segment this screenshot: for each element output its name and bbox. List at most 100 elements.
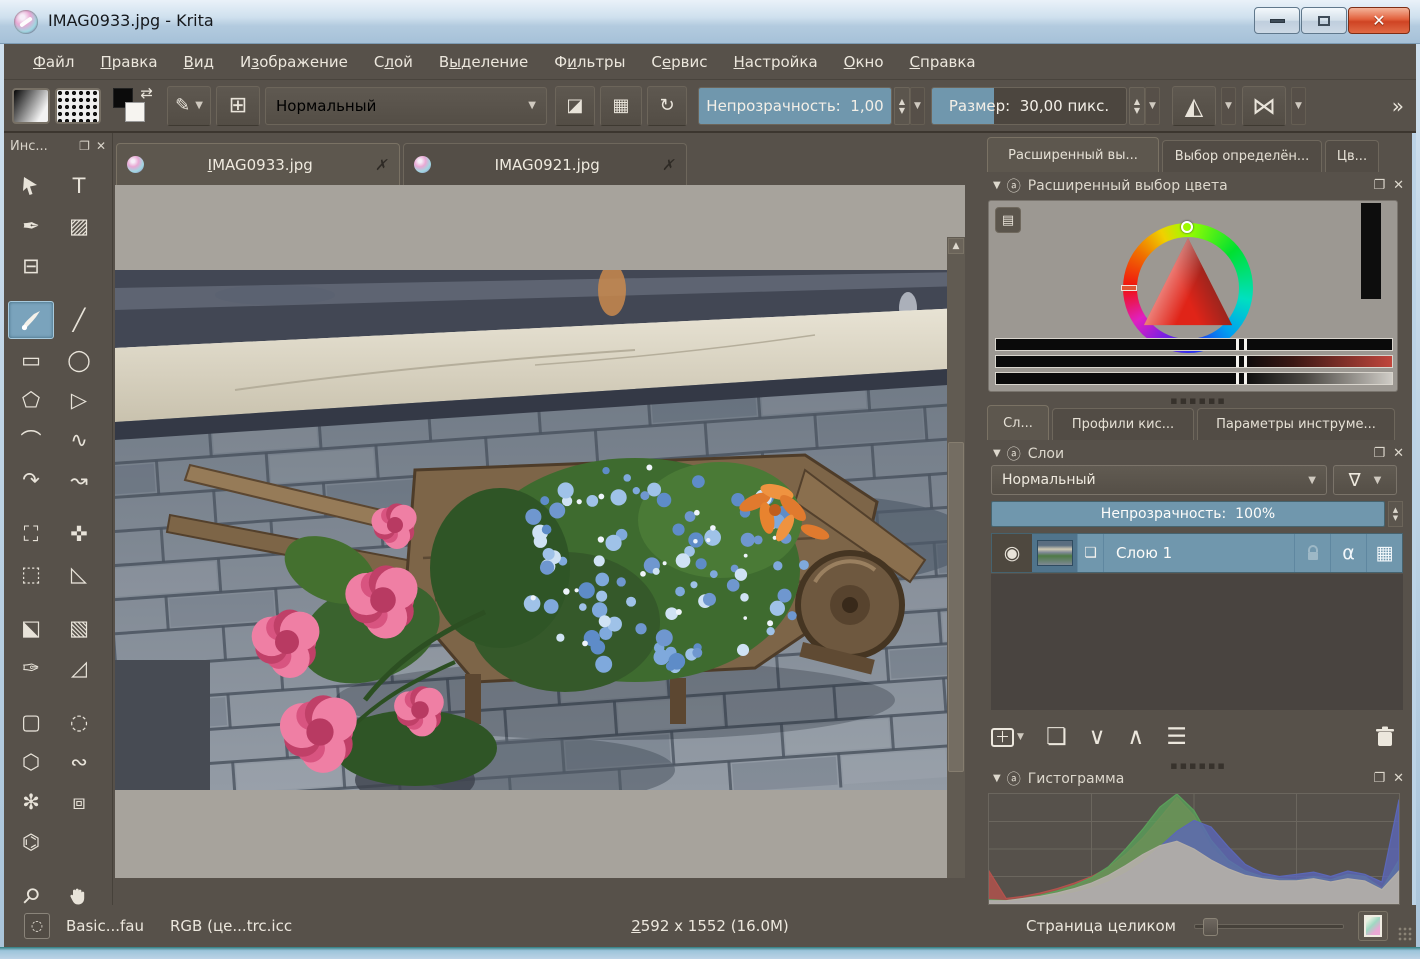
color-slider-2[interactable] xyxy=(995,355,1393,368)
move-layer-down-button[interactable]: ∨ xyxy=(1089,724,1106,750)
tool-select-shapes[interactable] xyxy=(8,167,54,205)
collapse-icon[interactable]: ▼ xyxy=(993,180,1001,191)
tool-rect-select[interactable]: ▢ xyxy=(8,703,54,741)
tool-edit-shapes[interactable]: ▨ xyxy=(56,207,102,245)
collapse-icon[interactable]: ▼ xyxy=(993,773,1001,784)
tool-similar-select[interactable]: ✻ xyxy=(8,783,54,821)
pattern-chooser-button[interactable] xyxy=(55,88,101,124)
menu-file[interactable]: Файл xyxy=(20,47,87,77)
tool-gradient-edit[interactable]: ⊟ xyxy=(8,247,54,285)
tool-polygon[interactable]: ⬠ xyxy=(8,381,54,419)
minimize-button[interactable] xyxy=(1254,7,1300,34)
fg-bg-colors[interactable]: ⇄ xyxy=(111,86,155,126)
opacity-spinner[interactable]: ▲▼ xyxy=(894,87,910,125)
preserve-alpha-button[interactable]: ▦ xyxy=(600,86,642,126)
close-docker-icon[interactable]: ✕ xyxy=(1393,446,1404,461)
tab-specific-color-selector[interactable]: Выбор определён... xyxy=(1162,140,1322,172)
fit-page-button[interactable] xyxy=(1358,911,1388,941)
tab-close-icon[interactable]: ✗ xyxy=(662,156,678,174)
mirror-horizontal-dropdown[interactable]: ▼ xyxy=(1291,87,1306,125)
layer-alpha-lock-toggle[interactable]: α xyxy=(1330,534,1366,572)
size-slider[interactable]: Размер: 30,00 пикс. xyxy=(931,87,1127,125)
tab-color[interactable]: Цв... xyxy=(1325,140,1379,172)
tab-layers[interactable]: Сл... xyxy=(987,405,1049,440)
tool-freehand-brush[interactable] xyxy=(8,301,54,339)
tool-ellipse[interactable]: ◯ xyxy=(56,341,102,379)
selector-settings-button[interactable]: ▤ xyxy=(995,207,1021,233)
menu-layer[interactable]: Слой xyxy=(361,47,426,77)
close-docker-icon[interactable]: ✕ xyxy=(96,139,106,153)
opacity-slider[interactable]: Непрозрачность: 1,00 xyxy=(698,87,892,125)
layer-thumbnail[interactable] xyxy=(1032,534,1078,572)
zoom-slider-thumb[interactable] xyxy=(1203,918,1218,936)
tool-bezier-select[interactable]: ⌬ xyxy=(8,823,54,861)
float-docker-icon[interactable]: ❐ xyxy=(1373,446,1385,461)
tool-fill[interactable]: ⬕ xyxy=(8,609,54,647)
menu-window[interactable]: Окно xyxy=(831,47,897,77)
color-slider-1[interactable] xyxy=(995,338,1393,351)
vertical-scroll-thumb[interactable] xyxy=(948,442,964,772)
tab-brush-presets[interactable]: Профили кис... xyxy=(1052,408,1194,440)
tool-rectangle[interactable]: ▭ xyxy=(8,341,54,379)
tab-tool-options[interactable]: Параметры инструме... xyxy=(1197,408,1395,440)
tool-crop[interactable]: ⛶ xyxy=(8,515,54,553)
layer-blend-mode-dropdown[interactable]: Нормальный ▼ xyxy=(991,465,1327,495)
color-slider-3[interactable] xyxy=(995,372,1393,385)
scroll-up-icon[interactable]: ▲ xyxy=(948,238,964,254)
tool-move[interactable]: ✜ xyxy=(56,515,102,553)
close-docker-icon[interactable]: ✕ xyxy=(1393,178,1404,193)
tool-ellipse-select[interactable]: ◌ xyxy=(56,703,102,741)
selection-mode-button[interactable]: ◌ xyxy=(24,913,50,939)
menu-filter[interactable]: Фильтры xyxy=(541,47,638,77)
restore-button[interactable] xyxy=(1301,7,1347,34)
tool-text[interactable]: T xyxy=(56,167,102,205)
menu-tools[interactable]: Сервис xyxy=(638,47,720,77)
layer-lock-toggle[interactable] xyxy=(1294,534,1330,572)
toolbar-overflow-button[interactable]: » xyxy=(1392,94,1410,118)
tool-transform[interactable]: ⬚ xyxy=(8,555,54,593)
color-history-strip[interactable] xyxy=(1361,203,1381,299)
layer-name[interactable]: Слою 1 xyxy=(1104,534,1294,572)
menu-image[interactable]: Изображение xyxy=(227,47,361,77)
collapse-icon[interactable]: ▼ xyxy=(993,448,1001,459)
tool-color-picker[interactable]: ✑ xyxy=(8,649,54,687)
status-image-size[interactable]: 2592 x 1552 (16.0M) xyxy=(631,917,789,935)
tool-bezier-curve[interactable]: ⌒ xyxy=(8,421,54,459)
menu-select[interactable]: Выделение xyxy=(426,47,541,77)
mirror-horizontal-button[interactable]: ⋈ xyxy=(1242,86,1286,126)
float-docker-icon[interactable]: ❐ xyxy=(79,139,90,153)
layer-filter-button[interactable]: ∇ ▼ xyxy=(1333,465,1397,495)
gradient-chooser-button[interactable] xyxy=(12,88,50,124)
tool-dynamic-brush[interactable]: ↝ xyxy=(56,461,102,499)
hue-ring[interactable] xyxy=(1123,223,1253,353)
mirror-vertical-button[interactable]: ◭ xyxy=(1172,86,1216,126)
vertical-scrollbar[interactable]: ▲ ▼ xyxy=(947,237,965,878)
tool-gradient[interactable]: ▧ xyxy=(56,609,102,647)
tool-polygon-select[interactable]: ⬡ xyxy=(8,743,54,781)
advanced-color-selector[interactable]: ▤ xyxy=(988,200,1398,392)
size-dropdown[interactable]: ▼ xyxy=(1145,87,1160,125)
layer-properties-button[interactable]: ☰ xyxy=(1166,724,1187,750)
background-color[interactable] xyxy=(125,102,145,122)
add-layer-button[interactable]: ＋▼ xyxy=(991,728,1024,747)
menu-view[interactable]: Вид xyxy=(171,47,227,77)
workspace-chooser-button[interactable]: ⊞ xyxy=(216,86,260,126)
brush-preset-button[interactable]: ✎ ▼ xyxy=(167,86,211,126)
tool-freehand-path[interactable]: ∿ xyxy=(56,421,102,459)
size-spinner[interactable]: ▲▼ xyxy=(1129,87,1145,125)
tool-magnetic-select[interactable]: ⧈ xyxy=(56,783,102,821)
opacity-dropdown[interactable]: ▼ xyxy=(910,87,925,125)
reload-preset-button[interactable]: ↻ xyxy=(647,86,687,126)
tool-freehand-select[interactable]: ∾ xyxy=(56,743,102,781)
move-layer-up-button[interactable]: ∧ xyxy=(1127,724,1144,750)
status-brush-preset[interactable]: Basic...fau xyxy=(66,917,144,935)
doc-tab-imag0921[interactable]: IMAG0921.jpg ✗ xyxy=(403,143,687,185)
layer-row[interactable]: ◉ ❏ Слою 1 α ▦ xyxy=(991,533,1403,573)
blend-mode-dropdown[interactable]: Нормальный ▼ xyxy=(265,87,547,125)
zoom-slider[interactable] xyxy=(1194,924,1344,929)
layer-visibility-toggle[interactable]: ◉ xyxy=(992,534,1032,572)
tab-close-icon[interactable]: ✗ xyxy=(375,156,391,174)
swap-colors-icon[interactable]: ⇄ xyxy=(140,84,153,102)
tool-perspective[interactable]: ◺ xyxy=(56,555,102,593)
doc-tab-imag0933[interactable]: IMAG0933.jpg ✗ xyxy=(116,143,400,185)
